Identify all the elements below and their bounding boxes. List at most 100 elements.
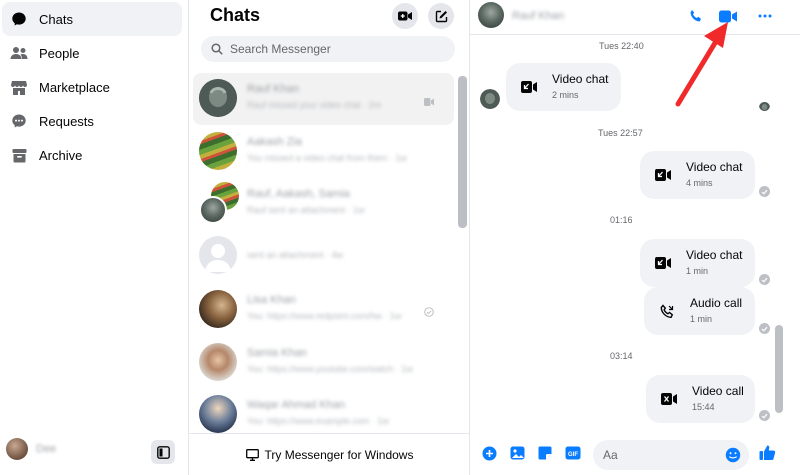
search-icon (211, 43, 223, 55)
call-message-bubble[interactable]: Video chat 1 min (640, 239, 755, 287)
call-duration: 1 min (686, 266, 709, 276)
new-video-room-button[interactable] (392, 3, 418, 29)
conversation-name: Rauf Khan (247, 83, 299, 95)
chat-list-panel: Chats Rauf Khan Rauf missed your video c… (189, 0, 470, 475)
contact-name[interactable]: Rauf Khan (512, 10, 564, 22)
attach-photo-button[interactable] (508, 444, 526, 462)
username: Dee (36, 443, 57, 455)
phone-icon (690, 10, 701, 22)
message-composer: GIF (470, 433, 800, 475)
new-message-button[interactable] (428, 3, 454, 29)
timestamp: Tues 22:40 (599, 41, 644, 51)
audio-call-button[interactable] (685, 5, 707, 27)
call-duration: 1 min (690, 314, 713, 324)
monitor-icon (245, 448, 259, 461)
message-input-field[interactable] (593, 440, 749, 470)
conversation-snippet: Rauf missed your video chat · 2m (247, 100, 382, 110)
video-plus-icon (398, 11, 412, 21)
call-message-bubble[interactable]: Video chat 4 mins (640, 151, 755, 199)
nav-item-requests[interactable]: Requests (2, 104, 182, 138)
nav-item-marketplace[interactable]: Marketplace (2, 70, 182, 104)
avatar (199, 290, 237, 328)
marketplace-icon (10, 78, 28, 96)
current-user[interactable]: Dee (6, 438, 56, 460)
seen-check-icon (759, 186, 770, 197)
search-bar[interactable] (201, 36, 455, 62)
avatar (199, 236, 237, 274)
nav-item-label: People (39, 45, 80, 61)
conversation-item[interactable]: sent an attachment · 4w (193, 230, 454, 282)
try-messenger-windows-link[interactable]: Try Messenger for Windows (189, 433, 470, 475)
avatar (199, 196, 227, 224)
avatar (199, 343, 237, 381)
emoji-icon (725, 447, 741, 463)
conversation-name: Waqar Ahmad Khan (247, 399, 346, 411)
try-messenger-label: Try Messenger for Windows (264, 447, 414, 462)
nav-item-chats[interactable]: Chats (2, 2, 182, 36)
nav-item-label: Requests (39, 113, 94, 129)
conversation-item[interactable]: Samia Khan You: https://www.youtube.com/… (193, 337, 454, 389)
thumbs-up-icon (759, 445, 775, 460)
nav-item-people[interactable]: People (2, 36, 182, 70)
conversation-item[interactable]: Rauf Khan Rauf missed your video chat · … (193, 73, 454, 125)
call-type-label: Audio call (690, 296, 743, 310)
search-input[interactable] (230, 42, 440, 56)
missed-video-icon (654, 254, 672, 272)
seen-check-icon (759, 410, 770, 421)
gif-icon: GIF (565, 446, 581, 460)
nav-item-archive[interactable]: Archive (2, 138, 182, 172)
timestamp: Tues 22:57 (598, 128, 643, 138)
call-duration: 2 mins (552, 90, 579, 100)
chat-list-scrollbar[interactable] (458, 76, 467, 228)
call-type-label: Video call (692, 384, 744, 398)
conversation-snippet: You: https://www.youtube.com/watch · 1w (247, 364, 413, 374)
sent-check-icon (424, 304, 434, 317)
gif-button[interactable]: GIF (564, 444, 582, 462)
more-actions-button[interactable] (480, 444, 498, 462)
call-type-label: Video chat (552, 72, 609, 86)
call-type-label: Video chat (686, 160, 743, 174)
conversation-item[interactable]: Aakash Zia You missed a video chat from … (193, 126, 454, 178)
conversation-header: Rauf Khan (470, 0, 800, 35)
timestamp: 03:14 (610, 351, 633, 361)
avatar (480, 89, 500, 109)
like-button[interactable] (758, 443, 776, 461)
timestamp: 01:16 (610, 215, 633, 225)
conversation-snippet: You: https://www.example.com · 1w (247, 416, 389, 426)
sticker-button[interactable] (536, 444, 554, 462)
nav-item-label: Marketplace (39, 79, 110, 95)
toggle-sidebar-button[interactable] (151, 440, 175, 464)
svg-text:GIF: GIF (568, 452, 578, 458)
sticker-icon (538, 446, 552, 460)
emoji-button[interactable] (725, 447, 741, 468)
avatar (199, 79, 237, 117)
nav-item-label: Archive (39, 147, 83, 163)
more-options-button[interactable] (754, 5, 776, 27)
conversation-name: Rauf, Aakash, Samia (247, 188, 350, 200)
conversation-snippet: sent an attachment · 4w (247, 250, 344, 260)
read-receipt-avatar (759, 100, 770, 111)
conversation-scrollbar[interactable] (775, 325, 783, 413)
seen-check-icon (759, 274, 770, 285)
avatar (199, 132, 237, 170)
chats-title: Chats (210, 5, 261, 25)
conversation-snippet: Rauf sent an attachment · 1w (247, 205, 365, 215)
call-message-bubble[interactable]: Video call 15:44 (646, 375, 755, 423)
video-call-button[interactable] (717, 5, 739, 27)
call-message-bubble[interactable]: Video chat 2 mins (506, 63, 621, 111)
conversation-panel: Rauf Khan Tues 22:40 Video chat 2 mins T… (470, 0, 800, 475)
message-input[interactable] (603, 448, 713, 462)
plus-circle-icon (482, 446, 496, 460)
sidebar-nav: Chats People Marketplace Requests Archiv… (0, 0, 188, 475)
conversation-snippet: You missed a video chat from them · 1w (247, 153, 407, 163)
call-message-bubble[interactable]: Audio call 1 min (644, 287, 755, 335)
conversation-item[interactable]: Lisa Khan You: https://www.redpoint.com/… (193, 284, 454, 336)
archive-icon (10, 146, 28, 164)
audio-call-icon (658, 302, 676, 320)
conversation-name: Samia Khan (247, 347, 307, 359)
conversation-item[interactable]: Rauf, Aakash, Samia Rauf sent an attachm… (193, 178, 454, 230)
avatar[interactable] (478, 2, 504, 28)
seen-check-icon (759, 323, 770, 334)
people-icon (10, 44, 28, 62)
conversation-snippet: You: https://www.redpoint.com/hw · 1w (247, 311, 402, 321)
